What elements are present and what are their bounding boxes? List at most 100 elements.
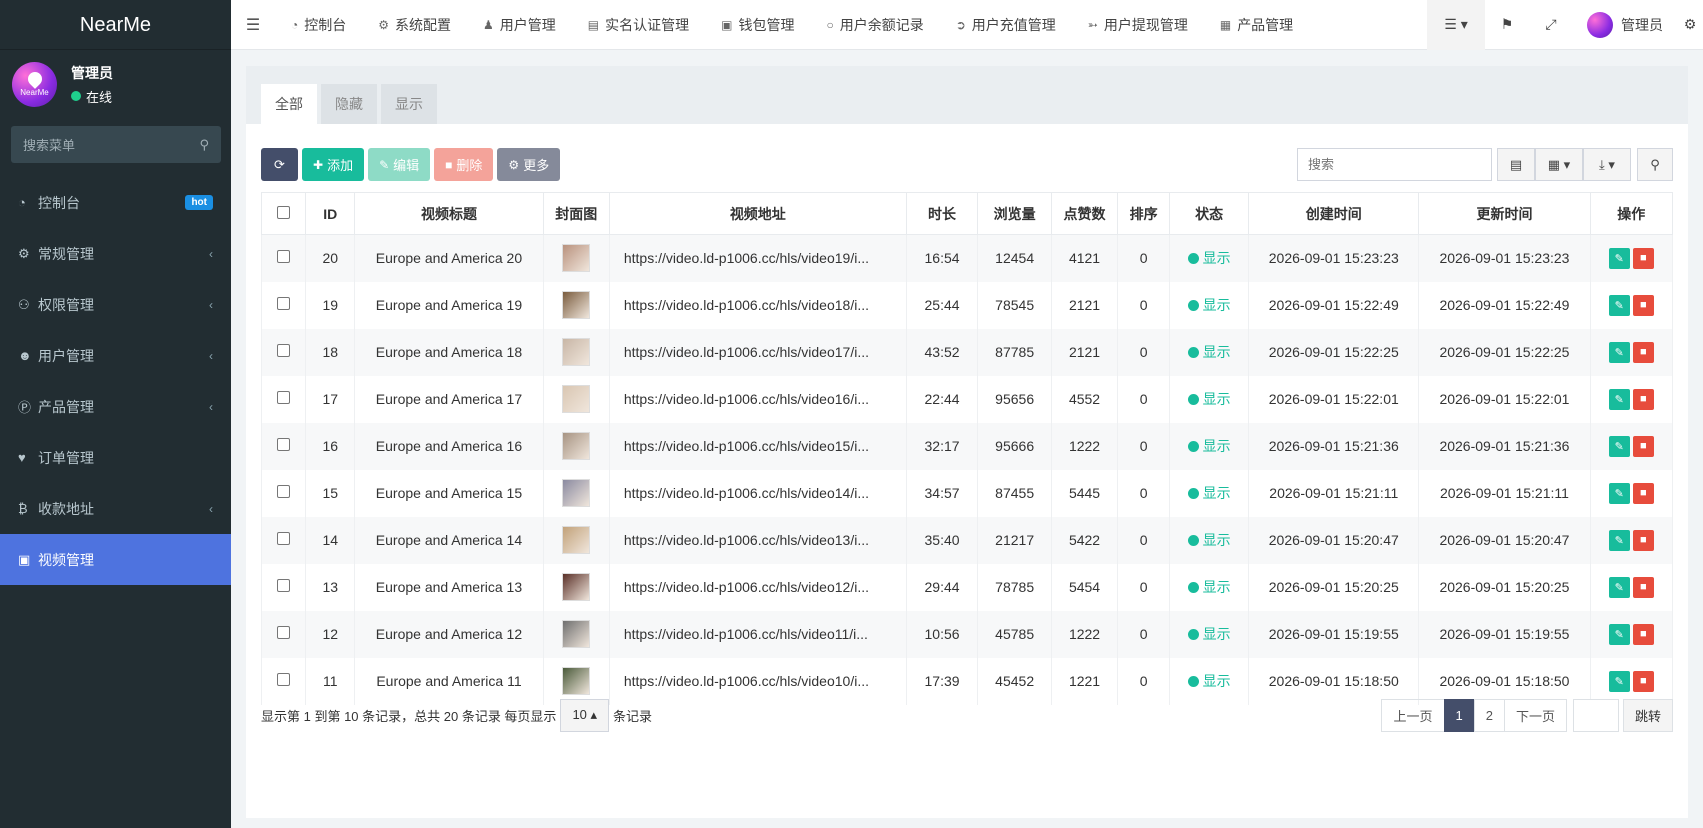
sidebar-item-videos[interactable]: ▣ 视频管理 xyxy=(0,534,231,585)
sidebar-item-permissions[interactable]: ⚇ 权限管理 ‹ xyxy=(0,279,231,330)
table-row[interactable]: 19 Europe and America 19 https://video.ld-… xyxy=(260,281,1674,329)
status-toggle[interactable]: 显示 xyxy=(1187,389,1231,409)
status-toggle[interactable]: 显示 xyxy=(1187,248,1231,268)
col-status[interactable]: 状态 xyxy=(1169,192,1250,235)
translate-icon[interactable]: ⚑ xyxy=(1485,0,1529,50)
cover-thumbnail[interactable] xyxy=(562,526,591,554)
row-checkbox[interactable] xyxy=(277,579,291,592)
row-edit-icon[interactable]: ✎ xyxy=(1608,247,1630,269)
topnav-wallet-management[interactable]: ▣ 钱包管理 xyxy=(705,0,810,50)
cover-thumbnail[interactable] xyxy=(562,338,591,366)
row-delete-icon[interactable]: ■ xyxy=(1632,623,1654,645)
next-page-button[interactable]: 下一页 xyxy=(1503,698,1567,732)
select-all-checkbox[interactable] xyxy=(260,192,307,235)
page-size-dropdown[interactable]: 10 ▴ xyxy=(560,698,610,732)
jump-page-input[interactable] xyxy=(1572,698,1619,732)
row-checkbox[interactable] xyxy=(277,344,291,357)
status-toggle[interactable]: 显示 xyxy=(1187,342,1231,362)
table-row[interactable]: 20 Europe and America 20 https://video.ld-… xyxy=(260,234,1674,282)
row-delete-icon[interactable]: ■ xyxy=(1632,435,1654,457)
row-edit-icon[interactable]: ✎ xyxy=(1608,576,1630,598)
row-delete-icon[interactable]: ■ xyxy=(1632,482,1654,504)
cover-thumbnail[interactable] xyxy=(562,667,591,695)
col-url[interactable]: 视频地址 xyxy=(608,192,907,235)
cover-thumbnail[interactable] xyxy=(562,385,591,413)
status-toggle[interactable]: 显示 xyxy=(1187,577,1231,597)
row-edit-icon[interactable]: ✎ xyxy=(1608,435,1630,457)
row-delete-icon[interactable]: ■ xyxy=(1632,247,1654,269)
export-dropdown-icon[interactable]: ⤓ ▾ xyxy=(1583,148,1631,181)
row-delete-icon[interactable]: ■ xyxy=(1632,670,1654,692)
col-likes[interactable]: 点赞数 xyxy=(1050,192,1119,235)
more-button[interactable]: ⚙ 更多 xyxy=(497,148,561,181)
row-edit-icon[interactable]: ✎ xyxy=(1608,529,1630,551)
row-delete-icon[interactable]: ■ xyxy=(1632,529,1654,551)
list-dropdown-icon[interactable]: ☰ ▾ xyxy=(1427,0,1485,50)
card-view-icon[interactable]: ▤ xyxy=(1497,148,1535,181)
row-delete-icon[interactable]: ■ xyxy=(1632,294,1654,316)
row-edit-icon[interactable]: ✎ xyxy=(1608,670,1630,692)
row-checkbox[interactable] xyxy=(277,532,291,545)
table-row[interactable]: 16 Europe and America 16 https://video.ld-… xyxy=(260,422,1674,470)
topnav-kyc-management[interactable]: ▤ 实名认证管理 xyxy=(572,0,705,50)
fullscreen-icon[interactable]: ⤢ xyxy=(1529,0,1573,50)
settings-gear-icon[interactable]: ⚙ xyxy=(1677,0,1703,50)
topnav-recharge-management[interactable]: ➲ 用户充值管理 xyxy=(940,0,1072,50)
cover-thumbnail[interactable] xyxy=(562,479,591,507)
tab-shown[interactable]: 显示 xyxy=(381,84,437,124)
status-toggle[interactable]: 显示 xyxy=(1187,530,1231,550)
status-toggle[interactable]: 显示 xyxy=(1187,624,1231,644)
topnav-balance-records[interactable]: ○ 用户余额记录 xyxy=(810,0,939,50)
table-row[interactable]: 18 Europe and America 18 https://video.ld-… xyxy=(260,328,1674,376)
cover-thumbnail[interactable] xyxy=(562,620,591,648)
sidebar-item-products[interactable]: Ⓟ 产品管理 ‹ xyxy=(0,381,231,432)
table-search-input[interactable] xyxy=(1297,148,1492,181)
page-1-button[interactable]: 1 xyxy=(1443,698,1475,732)
col-updated[interactable]: 更新时间 xyxy=(1418,192,1591,235)
col-cover[interactable]: 封面图 xyxy=(542,192,610,235)
cover-thumbnail[interactable] xyxy=(562,291,591,319)
table-row[interactable]: 17 Europe and America 17 https://video.ld-… xyxy=(260,375,1674,423)
brand-logo[interactable]: NearMe xyxy=(0,0,231,50)
topnav-product-management[interactable]: ▦ 产品管理 xyxy=(1204,0,1309,50)
status-toggle[interactable]: 显示 xyxy=(1187,295,1231,315)
sidebar-search-input[interactable]: 搜索菜单 ⚲ xyxy=(11,126,221,163)
col-id[interactable]: ID xyxy=(305,192,356,235)
cover-thumbnail[interactable] xyxy=(562,573,591,601)
edit-button[interactable]: ✎ 编辑 xyxy=(368,148,431,181)
status-toggle[interactable]: 显示 xyxy=(1187,671,1231,691)
sidebar-item-general[interactable]: ⚙ 常规管理 ‹ xyxy=(0,228,231,279)
row-delete-icon[interactable]: ■ xyxy=(1632,341,1654,363)
row-checkbox[interactable] xyxy=(277,297,291,310)
sidebar-item-users[interactable]: ☻ 用户管理 ‹ xyxy=(0,330,231,381)
row-edit-icon[interactable]: ✎ xyxy=(1608,482,1630,504)
row-checkbox[interactable] xyxy=(277,250,291,264)
row-checkbox[interactable] xyxy=(277,391,291,404)
row-delete-icon[interactable]: ■ xyxy=(1632,388,1654,410)
row-checkbox[interactable] xyxy=(277,673,291,686)
admin-menu[interactable]: 管理员 xyxy=(1573,11,1677,38)
col-created[interactable]: 创建时间 xyxy=(1248,192,1420,235)
row-checkbox[interactable] xyxy=(277,438,291,451)
table-row[interactable]: 12 Europe and America 12 https://video.ld-… xyxy=(260,610,1674,658)
row-checkbox[interactable] xyxy=(277,626,291,639)
topnav-system-config[interactable]: ⚙ 系统配置 xyxy=(362,0,467,50)
advanced-search-icon[interactable]: ⚲ xyxy=(1637,148,1673,181)
table-row[interactable]: 14 Europe and America 14 https://video.ld-… xyxy=(260,516,1674,564)
sidebar-item-orders[interactable]: ♥ 订单管理 xyxy=(0,432,231,483)
jump-button[interactable]: 跳转 xyxy=(1622,698,1673,732)
topnav-user-management[interactable]: ♟ 用户管理 xyxy=(467,0,572,50)
sidebar-item-dashboard[interactable]: ◔ 控制台 hot xyxy=(0,177,231,228)
row-edit-icon[interactable]: ✎ xyxy=(1608,388,1630,410)
delete-button[interactable]: ■ 删除 xyxy=(434,148,494,181)
checkbox[interactable] xyxy=(277,205,291,219)
col-duration[interactable]: 时长 xyxy=(905,192,979,235)
prev-page-button[interactable]: 上一页 xyxy=(1381,698,1445,732)
tab-hidden[interactable]: 隐藏 xyxy=(321,84,377,124)
page-2-button[interactable]: 2 xyxy=(1473,698,1505,732)
col-sort[interactable]: 排序 xyxy=(1117,192,1171,235)
topnav-dashboard[interactable]: ◔ 控制台 xyxy=(275,0,362,50)
col-views[interactable]: 浏览量 xyxy=(977,192,1052,235)
row-edit-icon[interactable]: ✎ xyxy=(1608,623,1630,645)
status-toggle[interactable]: 显示 xyxy=(1187,436,1231,456)
